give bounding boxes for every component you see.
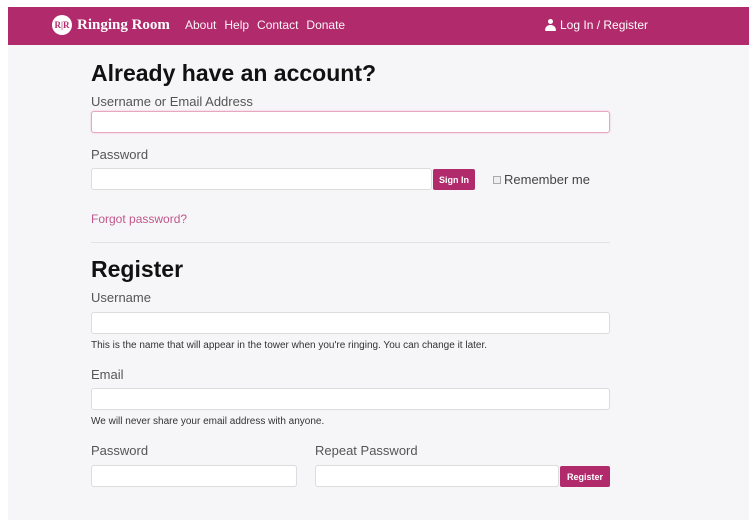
register-repeat-password-input[interactable] xyxy=(315,465,559,487)
register-button[interactable]: Register xyxy=(560,466,610,487)
register-email-label: Email xyxy=(91,367,124,382)
register-repeat-password-label: Repeat Password xyxy=(315,443,418,458)
register-heading: Register xyxy=(91,256,184,282)
section-divider xyxy=(91,242,610,243)
brand[interactable]: R|R Ringing Room xyxy=(52,15,170,35)
login-username-input[interactable] xyxy=(91,111,610,133)
login-heading: Already have an account? xyxy=(91,60,377,86)
navbar: R|R Ringing Room About Help Contact Dona… xyxy=(8,7,749,45)
nav-links: About Help Contact Donate xyxy=(185,18,345,32)
login-username-label: Username or Email Address xyxy=(91,94,253,109)
forgot-password-link[interactable]: Forgot password? xyxy=(91,212,187,226)
register-password-label: Password xyxy=(91,443,149,458)
nav-link-help[interactable]: Help xyxy=(224,18,249,32)
login-password-input[interactable] xyxy=(91,168,432,190)
ringing-room-logo-icon: R|R xyxy=(52,15,72,35)
remember-me-label: Remember me xyxy=(504,172,590,187)
register-email-hint: We will never share your email address w… xyxy=(91,416,325,427)
sign-in-button[interactable]: Sign In xyxy=(433,169,475,190)
brand-name: Ringing Room xyxy=(77,16,170,33)
user-icon xyxy=(545,19,556,31)
register-username-label: Username xyxy=(91,290,151,305)
register-username-input[interactable] xyxy=(91,312,610,334)
register-email-input[interactable] xyxy=(91,388,610,410)
register-username-hint: This is the name that will appear in the… xyxy=(91,340,488,351)
register-password-input[interactable] xyxy=(91,465,297,487)
remember-me-checkbox[interactable] xyxy=(493,176,501,184)
login-register-label: Log In / Register xyxy=(560,18,649,32)
login-password-label: Password xyxy=(91,147,149,162)
nav-link-contact[interactable]: Contact xyxy=(257,18,298,32)
login-register-link[interactable]: Log In / Register xyxy=(545,18,648,32)
nav-link-donate[interactable]: Donate xyxy=(306,18,345,32)
nav-link-about[interactable]: About xyxy=(185,18,216,32)
